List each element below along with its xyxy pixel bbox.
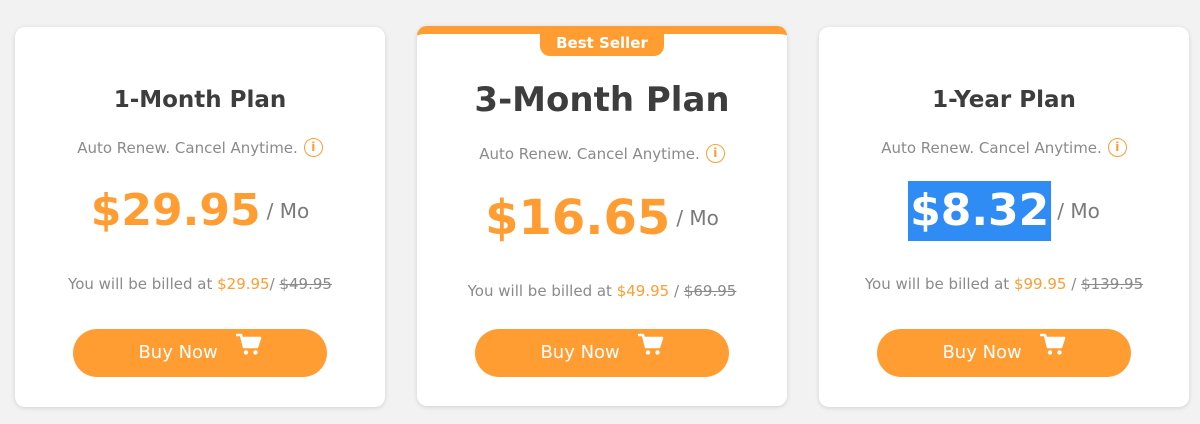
info-icon[interactable]: i [303,137,323,157]
buy-now-label: Buy Now [540,342,620,363]
plan-subtitle-text: Auto Renew. Cancel Anytime. [479,145,700,163]
billing-separator: / [1071,275,1077,293]
billing-text: You will be billed at [467,282,612,300]
shopping-cart-icon [1039,327,1066,375]
billing-info: You will be billed at $29.95/ $49.95 [15,275,385,293]
original-price: $69.95 [683,282,737,300]
buy-now-button[interactable]: Buy Now [475,329,729,377]
buy-now-button[interactable]: Buy Now [877,329,1131,377]
plan-subtitle: Auto Renew. Cancel Anytime. i [819,137,1189,157]
billing-text: You will be billed at [68,275,213,293]
plan-title: 3-Month Plan [474,80,730,120]
billing-separator: / [674,282,680,300]
plan-subtitle-text: Auto Renew. Cancel Anytime. [77,139,298,157]
plan-subtitle: Auto Renew. Cancel Anytime. i [417,143,787,163]
plan-price: $16.65 [485,190,671,246]
billing-separator: / [269,275,275,293]
billing-amount: $29.95 [217,275,270,293]
billing-info: You will be billed at $99.95 / $139.95 [819,275,1189,293]
buy-now-button[interactable]: Buy Now [73,329,327,377]
plan-price: $29.95 [90,185,261,236]
info-icon[interactable]: i [1107,137,1127,157]
buy-now-label: Buy Now [942,342,1022,363]
billing-info: You will be billed at $49.95 / $69.95 [417,282,787,300]
plan-card-1-month: 1-Month Plan Auto Renew. Cancel Anytime.… [15,27,385,407]
buy-now-label: Buy Now [138,342,218,363]
price-period: / Mo [266,199,310,223]
billing-text: You will be billed at [864,275,1010,293]
pricing-section: 1-Month Plan Auto Renew. Cancel Anytime.… [0,0,1200,424]
billing-amount: $99.95 [1013,275,1067,293]
original-price: $139.95 [1081,275,1144,293]
price-row: $16.65/ Mo [417,188,787,248]
plan-card-1-year: 1-Year Plan Auto Renew. Cancel Anytime. i… [819,27,1189,407]
shopping-cart-icon [235,327,262,375]
plan-subtitle: Auto Renew. Cancel Anytime. i [15,137,385,157]
price-row: $8.32/ Mo [819,181,1189,241]
price-period: / Mo [1057,199,1100,223]
plan-title: 1-Year Plan [932,87,1076,113]
billing-amount: $49.95 [616,282,670,300]
plan-card-3-month: Best Seller 3-Month Plan Auto Renew. Can… [417,26,787,406]
price-row: $29.95/ Mo [15,181,385,241]
plan-subtitle-text: Auto Renew. Cancel Anytime. [881,139,1102,157]
price-period: / Mo [676,206,719,230]
best-seller-badge: Best Seller [540,32,664,56]
plan-price: $8.32 [908,181,1052,241]
plan-title: 1-Month Plan [113,87,287,113]
info-icon[interactable]: i [705,143,725,163]
shopping-cart-icon [637,327,664,375]
original-price: $49.95 [279,275,332,293]
